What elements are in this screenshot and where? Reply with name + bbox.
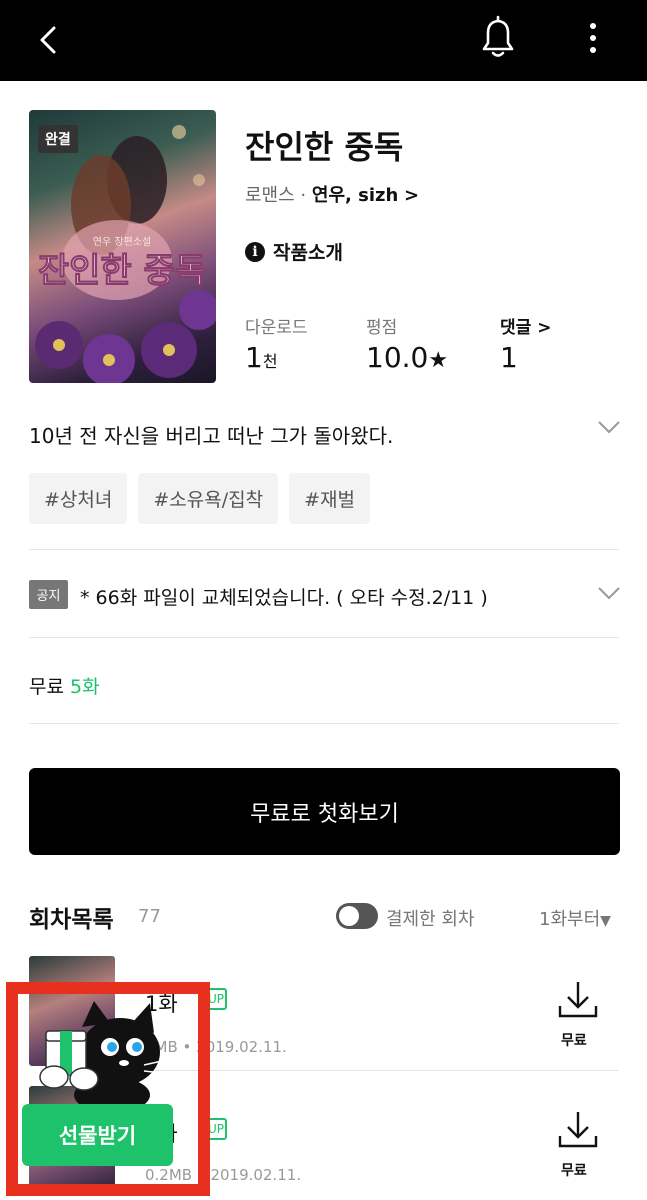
- downloads-value: 1천: [245, 341, 278, 374]
- author-link[interactable]: 연우, sizh: [312, 185, 398, 206]
- meta-separator: ·: [300, 185, 307, 206]
- divider: [29, 723, 619, 724]
- completed-badge: 완결: [38, 125, 78, 153]
- work-intro-link[interactable]: i 작품소개: [245, 238, 343, 265]
- comments-arrow-icon: >: [537, 318, 552, 338]
- cover-image: 연우 장편소설 잔인한 중독 완결: [29, 110, 216, 383]
- notice-badge: 공지: [29, 580, 68, 609]
- toggle-knob: [339, 906, 359, 926]
- episode-count: 77: [138, 906, 161, 927]
- free-label: 무료: [29, 676, 64, 698]
- cover-subtitle: 연우 장편소설: [93, 236, 151, 248]
- free-count: 5화: [70, 676, 100, 698]
- synopsis-expand-chevron-down-icon[interactable]: [597, 420, 621, 434]
- sort-dropdown[interactable]: 1화부터▼: [539, 905, 611, 931]
- rating-label: 평점: [366, 318, 398, 338]
- notice-text[interactable]: * 66화 파일이 교체되었습니다. ( 오타 수정.2/11 ): [80, 583, 488, 610]
- comments-link[interactable]: 댓글 >: [500, 313, 551, 338]
- bell-icon[interactable]: [476, 15, 520, 61]
- comments-value: 1: [500, 341, 518, 374]
- receive-gift-button[interactable]: 선물받기: [22, 1104, 173, 1166]
- downloads-label: 다운로드: [245, 318, 308, 338]
- synopsis-text: 10년 전 자신을 버리고 떠난 그가 돌아왔다.: [29, 424, 394, 448]
- purchased-episodes-label[interactable]: 결제한 회차: [386, 905, 475, 931]
- notice-expand-chevron-down-icon[interactable]: [597, 586, 621, 600]
- downloads-unit: 천: [262, 352, 278, 371]
- download-icon[interactable]: [556, 1110, 600, 1150]
- episode-list-title: 회차목록: [29, 907, 114, 933]
- rating-number: 10.0: [366, 341, 429, 374]
- black-cat-gift-mascot-icon[interactable]: [32, 997, 167, 1112]
- intro-label: 작품소개: [273, 242, 343, 264]
- tag-chip[interactable]: #재벌: [289, 473, 370, 524]
- downloads-number: 1: [245, 341, 263, 374]
- sort-label: 1화부터: [539, 909, 601, 930]
- sort-arrow-icon: ▼: [600, 913, 611, 929]
- tag-chip[interactable]: #소유욕/집착: [138, 473, 279, 524]
- genre-label: 로맨스: [245, 185, 295, 206]
- genre-author-line[interactable]: 로맨스 · 연우, sizh >: [245, 181, 419, 207]
- star-icon: ★: [428, 348, 449, 373]
- tag-chip[interactable]: #상처녀: [29, 473, 128, 524]
- more-vertical-icon[interactable]: [578, 18, 608, 58]
- author-arrow-icon: >: [404, 185, 420, 206]
- divider: [29, 637, 619, 638]
- work-title: 잔인한 중독: [245, 128, 404, 166]
- divider: [29, 549, 619, 550]
- purchased-episodes-toggle[interactable]: [336, 903, 378, 929]
- tag-list: #상처녀 #소유욕/집착 #재벌: [29, 473, 370, 524]
- rating-value: 10.0★: [366, 341, 448, 374]
- free-episodes-info: 무료 5화: [29, 672, 100, 699]
- back-chevron-left-icon[interactable]: [30, 20, 70, 60]
- episode-price-label: 무료: [561, 1163, 587, 1179]
- comments-label: 댓글: [500, 318, 532, 338]
- top-app-bar: [0, 0, 647, 81]
- download-icon[interactable]: [556, 980, 600, 1020]
- cover-title: 잔인한 중독: [38, 251, 206, 291]
- read-first-episode-button[interactable]: 무료로 첫화보기: [29, 768, 620, 855]
- episode-price-label: 무료: [561, 1033, 587, 1049]
- info-icon: i: [245, 241, 265, 262]
